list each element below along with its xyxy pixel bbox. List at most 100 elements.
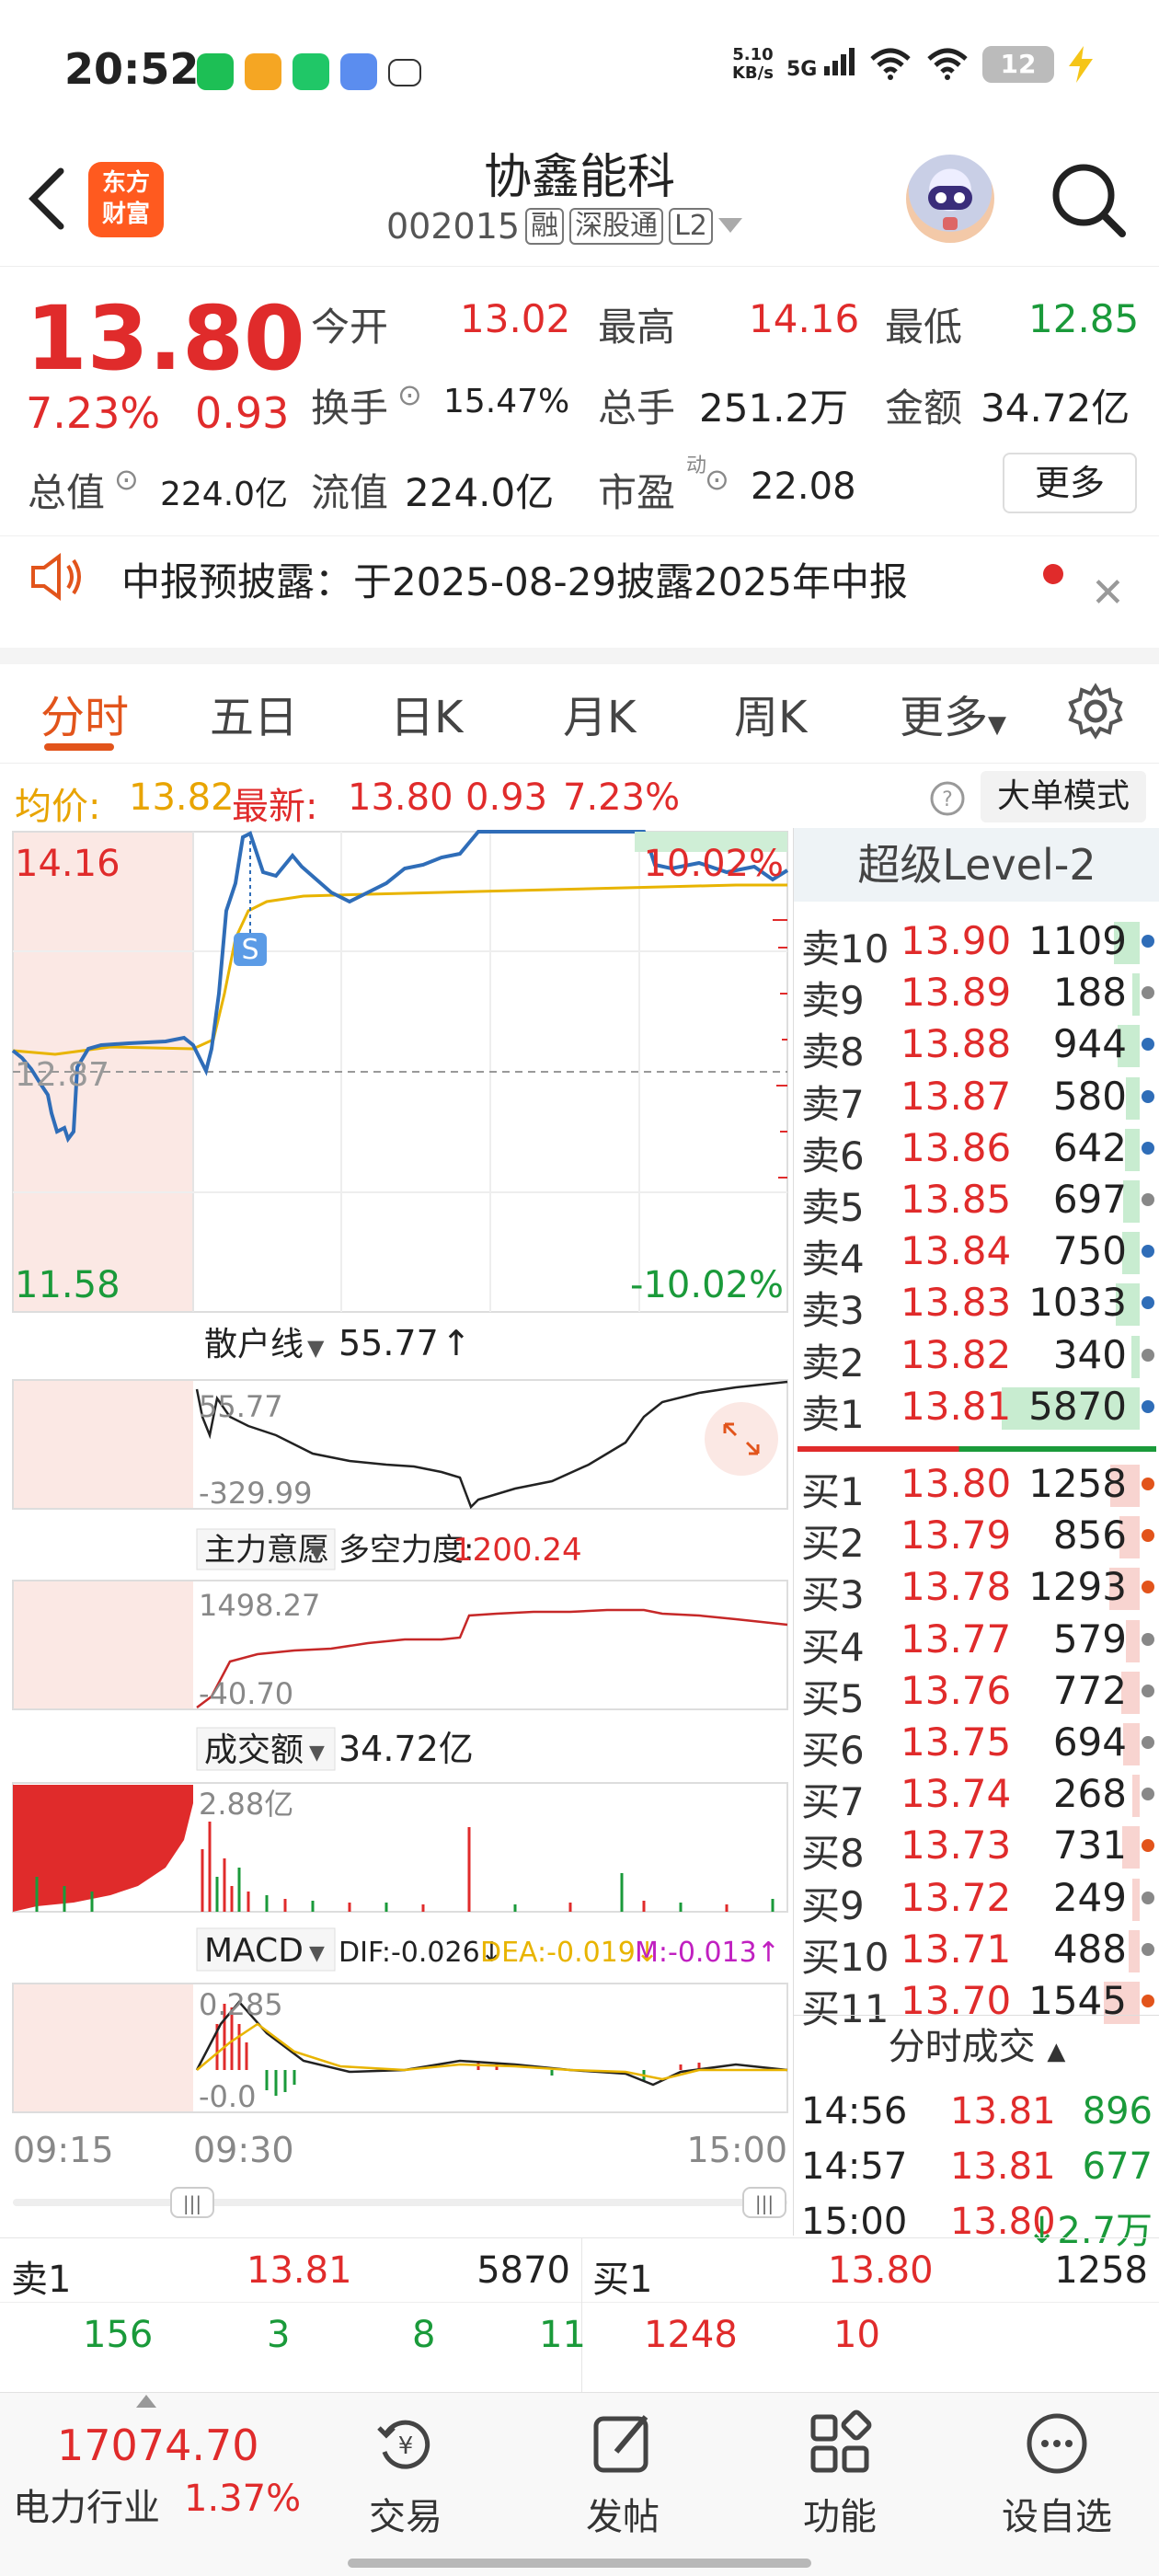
ask-volume: 944 — [1052, 1021, 1127, 1067]
ask-row[interactable]: 卖2 13.82 340 — [794, 1328, 1159, 1386]
pe-info-icon[interactable]: ⊙ — [705, 462, 729, 497]
ask-row[interactable]: 卖9 13.89 188 — [794, 966, 1159, 1023]
bid-row[interactable]: 买5 13.76 772 — [794, 1664, 1159, 1721]
search-icon[interactable] — [1049, 160, 1128, 239]
ask-row[interactable]: 卖10 13.90 1109 — [794, 914, 1159, 972]
nav-add-watchlist[interactable]: 设自选 — [988, 2409, 1126, 2540]
ask-row[interactable]: 卖7 13.87 580 — [794, 1070, 1159, 1127]
nav-function[interactable]: 功能 — [771, 2409, 909, 2540]
svg-text:|||: ||| — [183, 2192, 201, 2214]
stock-header: 东方 财富 协鑫能科 002015 融 深股通 L2 — [0, 138, 1159, 267]
gear-icon[interactable] — [1067, 683, 1124, 740]
nav-post[interactable]: 发帖 — [554, 2409, 692, 2540]
intraday-chart[interactable]: S 14.16 11.58 12.87 10.02% -10.02% 散户线 ▼… — [0, 828, 793, 2236]
expand-button[interactable] — [705, 1402, 778, 1476]
ask-row[interactable]: 卖5 13.85 697 — [794, 1173, 1159, 1230]
tab-more[interactable]: 更多▼ — [900, 681, 1006, 745]
bid-price: 13.76 — [901, 1667, 1012, 1713]
retail-line-label[interactable]: 散户线 — [204, 1326, 304, 1363]
industry-name[interactable]: 电力行业 — [13, 2478, 160, 2531]
pre-market-volume-area — [13, 1785, 193, 1912]
retail-line-value: 55.77 — [339, 1323, 439, 1363]
bid-status-dot — [1142, 1632, 1154, 1646]
close-icon[interactable]: ✕ — [1091, 569, 1125, 616]
bid-row[interactable]: 买8 13.73 731 — [794, 1819, 1159, 1876]
retail-dropdown-icon[interactable]: ▼ — [307, 1335, 325, 1361]
open-value: 13.02 — [460, 296, 571, 341]
ask-status-dot — [1142, 1348, 1154, 1362]
tab-day-k[interactable]: 日K — [390, 681, 463, 745]
function-icon — [810, 2409, 872, 2473]
tab-fenshi[interactable]: 分时 — [40, 681, 129, 745]
industry-index-value[interactable]: 17074.70 — [57, 2421, 259, 2470]
bid-row[interactable]: 买6 13.75 694 — [794, 1716, 1159, 1773]
total-cap-info-icon[interactable]: ⊙ — [114, 462, 139, 497]
change-value: 0.93 — [195, 388, 290, 438]
bid-row[interactable]: 买2 13.79 856 — [794, 1509, 1159, 1566]
home-indicator[interactable] — [348, 2559, 811, 2568]
chevron-up-icon: ▲ — [1047, 2038, 1066, 2065]
bid-row[interactable]: 买1 13.80 1258 — [794, 1457, 1159, 1514]
tab-week-k[interactable]: 周K — [734, 681, 807, 745]
ask-row[interactable]: 卖8 13.88 944 — [794, 1018, 1159, 1075]
pct-axis-bottom: -10.02% — [630, 1264, 784, 1306]
bid-row[interactable]: 买9 13.72 249 — [794, 1871, 1159, 1928]
bid-row[interactable]: 买3 13.78 1293 — [794, 1560, 1159, 1617]
price-axis-bottom: 11.58 — [15, 1264, 120, 1306]
bid-ask-ratio-bar — [798, 1446, 1156, 1452]
macd-label[interactable]: MACD — [204, 1932, 304, 1970]
nav-trade-label: 交易 — [369, 2496, 442, 2538]
big-order-mode-button[interactable]: 大单模式 — [981, 771, 1146, 822]
post-icon — [593, 2415, 648, 2473]
stock-subtitle[interactable]: 002015 融 深股通 L2 — [386, 206, 742, 247]
trade-ticks-title[interactable]: 分时成交 ▲ — [794, 2015, 1159, 2079]
queue-buy-label: 买1 — [592, 2259, 653, 2301]
level2-title[interactable]: 超级Level-2 — [794, 828, 1159, 902]
ask-volume: 340 — [1052, 1331, 1127, 1377]
tab-more-label: 更多 — [900, 692, 989, 743]
main-intent-dropdown-icon[interactable]: ▼ — [309, 1541, 325, 1564]
industry-percent: 1.37% — [184, 2478, 302, 2520]
bid-volume: 856 — [1052, 1512, 1127, 1558]
ask-volume: 188 — [1052, 970, 1127, 1016]
queue-sell-label: 卖1 — [11, 2259, 72, 2301]
macd-dropdown-icon[interactable]: ▼ — [309, 1942, 325, 1965]
total-cap-label: 总值 — [28, 470, 106, 515]
latest-label: 最新: — [232, 786, 318, 828]
expand-up-icon[interactable] — [136, 2395, 156, 2408]
float-cap-label: 流值 — [311, 470, 389, 515]
amount-indicator-label[interactable]: 成交额 — [204, 1731, 304, 1769]
tick-time: 14:57 — [801, 2145, 908, 2188]
ask-row[interactable]: 卖1 13.81 5870 — [794, 1380, 1159, 1437]
bid-row[interactable]: 买7 13.74 268 — [794, 1767, 1159, 1824]
svg-text:?: ? — [942, 788, 953, 811]
retail-axis-bottom: -329.99 — [199, 1476, 313, 1511]
help-icon[interactable]: ? — [929, 780, 966, 817]
ask-row[interactable]: 卖4 13.84 750 — [794, 1225, 1159, 1282]
low-label: 最低 — [885, 305, 963, 350]
tab-month-k[interactable]: 月K — [563, 681, 636, 745]
turnover-info-icon[interactable]: ⊙ — [397, 377, 422, 412]
ask-status-dot — [1142, 1141, 1154, 1155]
bid-status-dot — [1142, 1995, 1154, 2007]
bid-row[interactable]: 买10 13.71 488 — [794, 1923, 1159, 1980]
notes-icon — [245, 53, 281, 90]
phone-icon — [293, 53, 329, 90]
assistant-avatar[interactable] — [906, 155, 994, 243]
more-button[interactable]: 更多 — [1003, 453, 1137, 513]
avg-value: 13.82 — [129, 776, 235, 819]
ask-volume: 5870 — [1028, 1383, 1127, 1429]
notice-bar[interactable]: 中报预披露：于2025-08-29披露2025年中报 ✕ — [0, 535, 1159, 648]
amount-dropdown-icon[interactable]: ▼ — [309, 1742, 325, 1765]
bid-price: 13.79 — [901, 1512, 1012, 1558]
ask-row[interactable]: 卖3 13.83 1033 — [794, 1276, 1159, 1333]
tab-five-day[interactable]: 五日 — [210, 681, 298, 745]
chevron-down-icon: ▼ — [988, 711, 1007, 739]
nav-trade[interactable]: ¥ 交易 — [337, 2409, 475, 2540]
ask-status-dot — [1142, 986, 1154, 1000]
bid-status-dot — [1142, 1839, 1154, 1853]
ask-row[interactable]: 卖6 13.86 642 — [794, 1121, 1159, 1179]
bid-row[interactable]: 买4 13.77 579 — [794, 1613, 1159, 1670]
ask-status-dot — [1142, 1038, 1154, 1052]
status-right: 5.10 KB/s 5G 12 — [732, 46, 1095, 83]
